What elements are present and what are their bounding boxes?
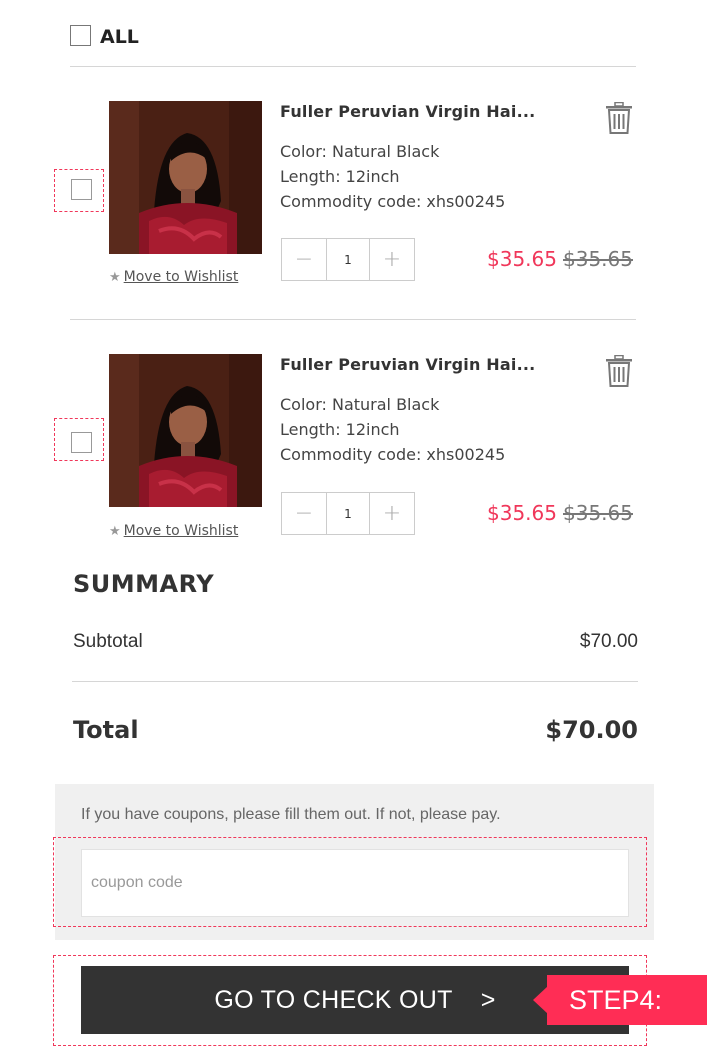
divider [70,66,636,67]
summary-title: SUMMARY [73,570,215,598]
total-value: $70.00 [545,716,638,744]
subtotal-value: $70.00 [579,631,638,652]
product-title[interactable]: Fuller Peruvian Virgin Hai... [280,355,535,374]
product-image[interactable] [109,101,262,254]
move-to-wishlist-link[interactable]: ★ Move to Wishlist [109,268,238,287]
original-price: $35.65 [563,247,633,271]
step-pointer-icon [533,986,548,1014]
sale-price: $35.65 [487,501,557,525]
product-length: Length: 12inch [280,167,400,186]
step-tag: STEP4: [547,975,707,1025]
quantity-stepper: − 1 + [281,492,415,535]
quantity-stepper: − 1 + [281,238,415,281]
checkout-label: GO TO CHECK OUT [214,985,453,1014]
plus-icon[interactable]: + [370,239,414,280]
plus-icon[interactable]: + [370,493,414,534]
coupon-note: If you have coupons, please fill them ou… [81,806,501,823]
product-code: Commodity code: xhs00245 [280,445,506,464]
item-checkbox[interactable] [71,432,92,453]
subtotal-label: Subtotal [73,631,143,652]
select-all-label: ALL [100,26,139,48]
move-to-wishlist-link[interactable]: ★ Move to Wishlist [109,522,238,541]
star-icon: ★ [109,270,121,285]
quantity-input[interactable]: 1 [326,239,370,280]
product-code: Commodity code: xhs00245 [280,192,506,211]
wishlist-label: Move to Wishlist [123,269,239,285]
item-checkbox[interactable] [71,179,92,200]
minus-icon[interactable]: − [282,493,326,534]
coupon-code-input[interactable] [81,849,629,917]
wishlist-label: Move to Wishlist [123,523,239,539]
trash-icon[interactable] [605,354,633,387]
product-color: Color: Natural Black [280,142,440,161]
product-color: Color: Natural Black [280,395,440,414]
product-title[interactable]: Fuller Peruvian Virgin Hai... [280,102,535,121]
chevron-right-icon: > [480,985,496,1014]
minus-icon[interactable]: − [282,239,326,280]
select-all-checkbox[interactable] [70,25,91,46]
product-image[interactable] [109,354,262,507]
star-icon: ★ [109,524,121,539]
divider [70,319,636,320]
trash-icon[interactable] [605,101,633,134]
quantity-input[interactable]: 1 [326,493,370,534]
original-price: $35.65 [563,501,633,525]
sale-price: $35.65 [487,247,557,271]
product-length: Length: 12inch [280,420,400,439]
total-label: Total [73,716,139,744]
divider [72,681,638,682]
